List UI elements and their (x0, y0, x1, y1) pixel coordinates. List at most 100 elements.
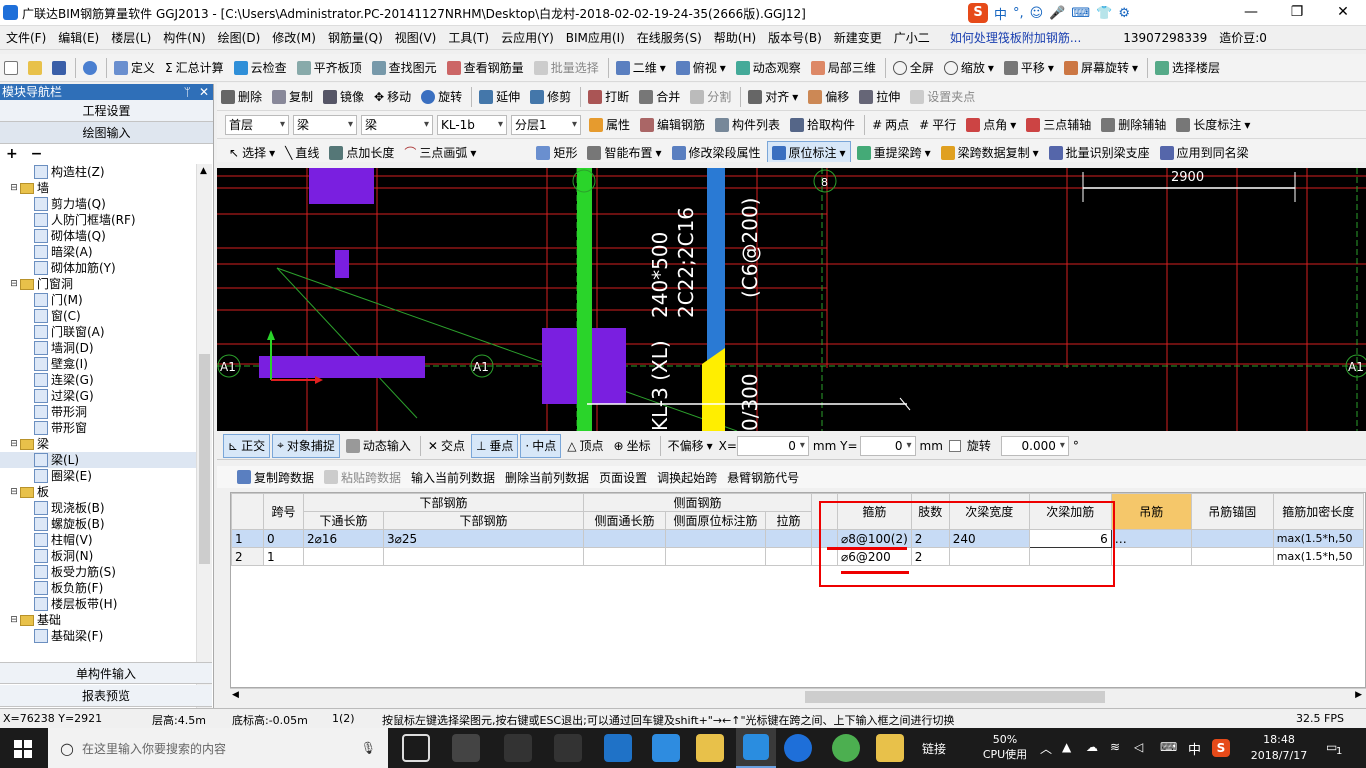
table-row[interactable]: 2 1 ⌀6@200 2 max(1.5*h,50 (231, 547, 1364, 566)
menu-help[interactable]: 帮助(H) (708, 26, 762, 50)
table-cell[interactable]: 2⌀16 (303, 529, 384, 548)
tree-item[interactable]: 砌体加筋(Y) (0, 260, 196, 276)
copy-button[interactable]: 复制 (268, 85, 317, 109)
move-button[interactable]: ✥ 移动 (370, 85, 415, 109)
view-2d-dropdown[interactable]: 二维 ▾ (612, 56, 670, 80)
length-dim-dropdown[interactable]: 长度标注 ▾ (1172, 113, 1254, 137)
tree-item[interactable]: 门(M) (0, 292, 196, 308)
table-cell[interactable] (303, 547, 384, 566)
edge-icon[interactable] (604, 734, 632, 762)
ortho-toggle[interactable]: ⊾ 正交 (223, 433, 271, 458)
two-point-axis-button[interactable]: # 两点 (868, 113, 913, 137)
tree-item[interactable]: 基础梁(F) (0, 628, 196, 644)
member-select[interactable]: KL-1b (437, 114, 507, 135)
table-cell[interactable]: … (1110, 529, 1192, 548)
trim-button[interactable]: 修剪 (526, 85, 575, 109)
table-cell[interactable]: 1 (263, 547, 304, 566)
object-snap-toggle[interactable]: ⌖ 对象捕捉 (272, 433, 340, 458)
microphone-icon[interactable]: 🎙 (361, 741, 376, 755)
glodon-g-icon[interactable] (784, 734, 812, 762)
offset-button[interactable]: 偏移 (804, 85, 853, 109)
collapse-all-icon[interactable]: − (31, 146, 43, 162)
menu-member[interactable]: 构件(N) (157, 26, 211, 50)
menu-news-link[interactable]: 如何处理筏板附加钢筋... (944, 26, 1087, 50)
paste-span-data-button[interactable]: 粘贴跨数据 (320, 465, 405, 489)
scroll-right-icon[interactable]: ▶ (1355, 690, 1362, 700)
table-cell[interactable]: 3⌀25 (383, 529, 584, 548)
scroll-up-icon[interactable]: ▲ (200, 166, 207, 176)
drawing-input-button[interactable]: 绘图输入 (0, 122, 213, 144)
dynamic-view-button[interactable]: 动态观察 (732, 56, 805, 80)
tree-item[interactable]: 窗(C) (0, 308, 196, 324)
define-button[interactable]: 定义 (110, 56, 159, 80)
collapse-icon[interactable]: ⊟ (8, 276, 20, 292)
category-select[interactable]: 梁 (293, 114, 357, 135)
menu-online[interactable]: 在线服务(S) (631, 26, 708, 50)
table-cell[interactable] (765, 529, 812, 548)
tree-folder[interactable]: ⊟ 门窗洞 (0, 276, 196, 292)
hscroll-thumb[interactable] (805, 691, 1105, 703)
floor-select[interactable]: 首层 (225, 114, 289, 135)
pick-member-button[interactable]: 拾取构件 (786, 113, 859, 137)
find-element-button[interactable]: 查找图元 (368, 56, 441, 80)
tree-item[interactable]: 梁(L) (0, 452, 196, 468)
grip-point-button[interactable]: 设置夹点 (906, 85, 979, 109)
modify-span-property-button[interactable]: 修改梁段属性 (668, 141, 765, 165)
sogou-tray-icon[interactable]: S (1212, 739, 1230, 757)
fan-app-icon[interactable] (452, 734, 480, 762)
ime-settings-icon[interactable]: ⚙ (1118, 6, 1130, 21)
parallel-axis-button[interactable]: # 平行 (915, 113, 960, 137)
line-button[interactable]: ╲ 直线 (281, 141, 323, 165)
angle-input[interactable]: 0.000 (1000, 435, 1069, 456)
task-view-icon[interactable] (402, 734, 430, 762)
expand-all-icon[interactable]: + (6, 146, 18, 162)
rotate-button[interactable]: 旋转 (417, 85, 466, 109)
menu-rebar[interactable]: 钢筋量(Q) (322, 26, 389, 50)
local-3d-button[interactable]: 局部三维 (807, 56, 880, 80)
delete-column-button[interactable]: 删除当前列数据 (501, 465, 593, 489)
coordinate-snap[interactable]: ⊕ 坐标 (610, 434, 655, 458)
tree-item[interactable]: 圈梁(E) (0, 468, 196, 484)
input-language[interactable]: 中 (1188, 739, 1201, 758)
tray-cloud-icon[interactable]: ☁ (1086, 740, 1098, 754)
cad-drawing-canvas[interactable]: A1 A1 A1 8 2900 240*500 2C22;2C16 (C6@20… (217, 168, 1366, 431)
ime-bar[interactable]: S 中 °, ☺ 🎤 ⌨ 👕 ⚙ (968, 2, 1130, 24)
ime-keyboard-icon[interactable]: ⌨ (1071, 6, 1090, 21)
tree-item[interactable]: 带形洞 (0, 404, 196, 420)
notes-icon[interactable] (876, 734, 904, 762)
table-cell[interactable] (1110, 547, 1192, 566)
menu-file[interactable]: 文件(F) (0, 26, 52, 50)
wifi-icon[interactable]: ≋ (1110, 740, 1120, 754)
y-input[interactable]: 0 (859, 435, 916, 456)
stretch-button[interactable]: 拉伸 (855, 85, 904, 109)
delete-button[interactable]: 删除 (217, 85, 266, 109)
tree-item[interactable]: 过梁(G) (0, 388, 196, 404)
table-cell[interactable]: max(1.5*h,50 (1272, 529, 1364, 548)
tree-item[interactable]: 带形窗 (0, 420, 196, 436)
menu-floor[interactable]: 楼层(L) (105, 26, 157, 50)
table-cell[interactable] (665, 547, 766, 566)
tree-folder[interactable]: ⊟ 基础 (0, 612, 196, 628)
table-cell[interactable]: max(1.5*h,50 (1272, 547, 1364, 566)
member-list-button[interactable]: 构件列表 (711, 113, 784, 137)
tree-item[interactable]: 板洞(N) (0, 548, 196, 564)
360-icon[interactable] (832, 734, 860, 762)
cloud-check-button[interactable]: 云检查 (230, 56, 291, 80)
ie-icon[interactable] (504, 734, 532, 762)
pin-icon[interactable]: ᛘ (184, 84, 191, 100)
align-dropdown[interactable]: 对齐 ▾ (744, 85, 802, 109)
tree-folder[interactable]: ⊟ 板 (0, 484, 196, 500)
maximize-button[interactable]: ❐ (1274, 0, 1320, 26)
new-file-button[interactable] (0, 56, 22, 80)
collapse-icon[interactable]: ⊟ (8, 612, 20, 628)
re-extract-span-dropdown[interactable]: 重提梁跨 ▾ (853, 141, 935, 165)
undo-button[interactable] (79, 56, 101, 80)
clock[interactable]: 18:48 2018/7/17 (1244, 732, 1314, 764)
menu-assistant[interactable]: 广小二 (888, 26, 936, 50)
tree-item[interactable]: 板受力筋(S) (0, 564, 196, 580)
table-cell[interactable] (383, 547, 584, 566)
perpendicular-snap[interactable]: ⊥ 垂点 (470, 433, 519, 458)
point-angle-dropdown[interactable]: 点角 ▾ (962, 113, 1020, 137)
tree-item[interactable]: 墙洞(D) (0, 340, 196, 356)
cad-svg[interactable]: A1 A1 A1 8 2900 240*500 2C22;2C16 (C6@20… (217, 168, 1366, 431)
